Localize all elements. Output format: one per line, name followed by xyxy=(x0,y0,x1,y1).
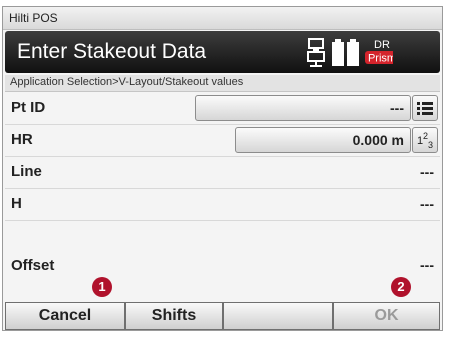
line-value: --- xyxy=(420,164,434,180)
pt-id-value: --- xyxy=(390,100,404,116)
h-value: --- xyxy=(420,196,434,212)
window-title: Hilti POS xyxy=(9,11,58,25)
app-window: Hilti POS Enter Stakeout Data DR Prism A… xyxy=(2,6,443,331)
callout-2: 2 xyxy=(391,277,411,297)
screen-frame: Hilti POS Enter Stakeout Data DR Prism A… xyxy=(0,0,453,339)
softkey-bar: Cancel Shifts OK xyxy=(5,302,440,330)
empty-softkey[interactable] xyxy=(223,302,333,330)
status-dr-label: DR xyxy=(374,39,390,51)
list-button[interactable] xyxy=(412,95,438,121)
status-prism-label: Prism xyxy=(368,53,393,65)
offset-label: Offset xyxy=(11,257,55,274)
offset-row: Offset --- xyxy=(5,221,440,274)
line-label: Line xyxy=(11,163,42,180)
h-row: H --- xyxy=(5,189,440,221)
pt-id-label: Pt ID xyxy=(11,99,46,116)
breadcrumb-text: Application Selection>V-Layout/Stakeout … xyxy=(10,76,244,88)
prism-status: DR Prism xyxy=(365,39,393,65)
list-icon xyxy=(417,102,433,115)
pt-id-row: Pt ID --- xyxy=(5,93,440,125)
line-row: Line --- xyxy=(5,157,440,189)
keypad-label-sub: 3 xyxy=(428,140,433,150)
breadcrumb: Application Selection>V-Layout/Stakeout … xyxy=(5,75,440,92)
hr-field[interactable]: 0.000 m xyxy=(235,127,411,153)
shifts-button[interactable]: Shifts xyxy=(125,302,223,330)
cancel-button[interactable]: Cancel xyxy=(5,302,125,330)
h-label: H xyxy=(11,195,22,212)
screen-header: Enter Stakeout Data DR Prism xyxy=(5,31,440,73)
offset-value: --- xyxy=(420,257,434,273)
title-bar: Hilti POS xyxy=(3,7,442,30)
status-icons: DR Prism xyxy=(307,38,393,67)
ok-button[interactable]: OK xyxy=(333,302,440,330)
hr-value: 0.000 m xyxy=(352,132,404,148)
pt-id-field[interactable]: --- xyxy=(195,95,411,121)
callout-1: 1 xyxy=(92,277,112,297)
keypad-icon: 1 2 3 xyxy=(417,131,433,150)
hr-label: HR xyxy=(11,131,33,148)
battery-icon xyxy=(332,39,359,66)
keypad-button[interactable]: 1 2 3 xyxy=(412,127,438,153)
hr-row: HR 0.000 m 1 2 3 xyxy=(5,125,440,157)
page-title: Enter Stakeout Data xyxy=(17,40,207,63)
instrument-icon xyxy=(307,38,325,67)
